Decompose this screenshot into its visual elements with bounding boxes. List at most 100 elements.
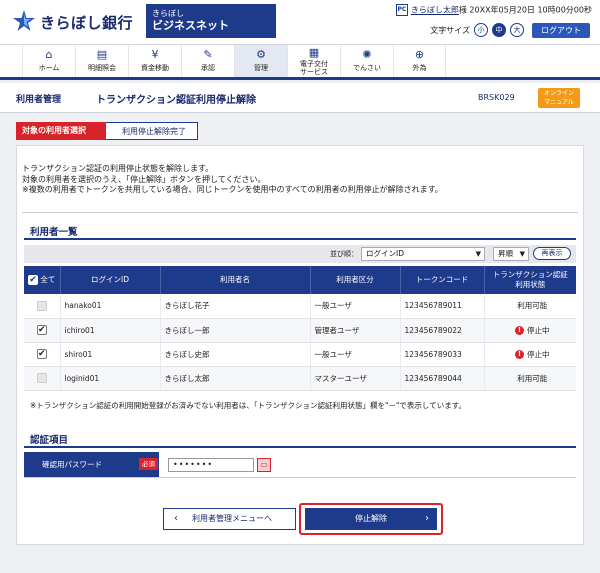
font-size-label: 文字サイズ <box>430 25 470 35</box>
sort-key-select[interactable]: ログインID ▼ <box>361 247 485 261</box>
chevron-left-icon: ‹ <box>174 513 178 524</box>
nav-label: 外為 <box>412 64 427 72</box>
sort-label: 並び順： <box>330 250 358 258</box>
user-suffix: 様 <box>458 5 467 15</box>
password-input[interactable]: ••••••• <box>168 458 254 472</box>
status-text: 停止中 <box>527 325 550 335</box>
page-title: トランザクション認証利用停止解除 <box>96 95 256 106</box>
cell-user-type: マスターユーザ <box>309 366 400 391</box>
step-indicator: 対象の利用者選択 利用停止解除完了 <box>16 122 198 140</box>
home-icon: ⌂ <box>45 48 53 61</box>
nav-admin[interactable]: ⚙ 管理 <box>234 45 287 77</box>
table-row: ✔ ichiro01 きらぼし一郎 管理者ユーザ 123456789022 ! 停… <box>24 318 576 343</box>
notice-line1: トランザクション認証の利用停止状態を解除します。 <box>22 164 214 173</box>
nav-label: 資金移動 <box>141 64 169 72</box>
table-row: ✔ shiro01 きらぼし史郎 一般ユーザ 123456789033 ! 停止中 <box>24 342 576 367</box>
users-table: ✔ 全て ログインID 利用者名 利用者区分 トークンコード トランザクション認… <box>24 266 576 391</box>
bank-logo[interactable]: きらぼし銀行 <box>12 9 142 35</box>
submit-button-label: 停止解除 <box>355 514 387 523</box>
cell-login-id: loginid01 <box>59 366 160 391</box>
nav-label: ホーム <box>38 64 60 72</box>
select-all-checkbox[interactable]: ✔ <box>28 275 38 285</box>
nav-transfer[interactable]: ¥ 資金移動 <box>128 45 181 77</box>
redisplay-button[interactable]: 再表示 <box>533 247 571 260</box>
cell-user-name: きらぼし一郎 <box>159 318 310 343</box>
nav-edelivery[interactable]: ▦ 電子交付 サービス <box>287 45 340 77</box>
cell-user-name: きらぼし太郎 <box>159 366 310 391</box>
font-size-control: 文字サイズ 小 中 大 ログアウト <box>430 22 590 38</box>
nav-label: 明細照会 <box>88 64 116 72</box>
notice-line2: 対象の利用者を選択のうえ、「停止解除」ボタンを押してください。 <box>22 174 266 184</box>
online-manual-button[interactable]: オンライン マニュアル <box>538 88 580 108</box>
nav-label: 管理 <box>254 64 268 72</box>
cell-status: ! 停止中 <box>483 318 576 343</box>
service-line2: ビジネスネット <box>152 19 229 32</box>
password-row: 確認用パスワード 必須 <box>24 452 576 478</box>
release-stop-button[interactable]: 停止解除 › <box>305 508 437 530</box>
service-badge: きらぼし ビジネスネット <box>146 4 276 38</box>
step-next: 利用停止解除完了 <box>106 122 198 140</box>
approve-icon: ✎ <box>203 48 213 61</box>
manual-line2: マニュアル <box>544 99 574 106</box>
cell-login-id: hanako01 <box>59 294 160 319</box>
screen-code: BRSK029 <box>478 93 515 102</box>
row-checkbox[interactable]: ✔ <box>36 325 47 335</box>
password-label: 確認用パスワード 必須 <box>24 452 159 477</box>
cell-status: ! 停止中 <box>483 342 576 367</box>
col-auth-status: トランザクション認証 利用状態 <box>483 266 576 294</box>
cell-user-type: 一般ユーザ <box>309 342 400 367</box>
nav-statements[interactable]: ▤ 明細照会 <box>75 45 128 77</box>
notice-text: トランザクション認証の利用停止状態を解除します。 対象の利用者を選択のうえ、「停… <box>22 164 443 196</box>
software-keyboard-icon[interactable]: ▭ <box>257 458 271 472</box>
page-category: 利用者管理 <box>16 95 62 105</box>
section-rule <box>24 238 576 240</box>
font-large-button[interactable]: 大 <box>510 23 524 37</box>
densai-icon: ✺ <box>362 48 372 61</box>
chevron-down-icon: ▼ <box>475 250 481 258</box>
font-medium-button[interactable]: 中 <box>492 23 506 37</box>
divider <box>22 212 578 213</box>
delivery-icon: ▦ <box>308 46 320 59</box>
row-checkbox[interactable]: ✔ <box>36 349 47 359</box>
table-header-row: ✔ 全て ログインID 利用者名 利用者区分 トークンコード トランザクション認… <box>24 266 576 294</box>
sort-order-select[interactable]: 昇順 ▼ <box>493 247 529 261</box>
row-select-cell: ✔ <box>24 318 60 343</box>
cell-login-id: ichiro01 <box>59 318 160 343</box>
user-name-link[interactable]: きらぼし太郎 <box>411 6 459 15</box>
back-to-menu-button[interactable]: ‹ 利用者管理メニューへ <box>163 508 296 530</box>
row-checkbox <box>36 373 47 383</box>
nav-label: 承認 <box>201 64 215 72</box>
warning-icon: ! <box>515 350 524 359</box>
col-token-code: トークンコード <box>399 266 484 294</box>
user-icon: PC <box>395 4 408 16</box>
col-user-type: 利用者区分 <box>309 266 400 294</box>
users-section-title: 利用者一覧 <box>30 227 78 238</box>
nav-approval[interactable]: ✎ 承認 <box>181 45 234 77</box>
nav-densai[interactable]: ✺ でんさい <box>340 45 393 77</box>
nav-home[interactable]: ⌂ ホーム <box>22 45 75 77</box>
star-logo-icon <box>13 10 35 31</box>
cell-token-code: 123456789033 <box>399 342 484 367</box>
sort-key-value: ログインID <box>366 249 404 258</box>
chevron-right-icon: › <box>425 513 429 524</box>
logout-button[interactable]: ログアウト <box>532 22 590 38</box>
cell-status: 利用可能 <box>483 294 576 319</box>
cell-status: 利用可能 <box>483 366 576 391</box>
cell-token-code: 123456789022 <box>399 318 484 343</box>
nav-label: 電子交付 サービス <box>300 60 328 76</box>
col-login-id: ログインID <box>59 266 160 294</box>
service-line1: きらぼし <box>152 9 184 18</box>
select-all-header[interactable]: ✔ 全て <box>24 266 60 294</box>
nav-forex[interactable]: ⊕ 外為 <box>393 45 446 77</box>
font-small-button[interactable]: 小 <box>474 23 488 37</box>
row-checkbox <box>36 300 47 311</box>
header: きらぼし銀行 きらぼし ビジネスネット PC きらぼし太郎様 20XX年05月20… <box>0 0 600 44</box>
cell-user-name: きらぼし花子 <box>159 294 310 319</box>
status-text: 停止中 <box>527 349 550 359</box>
user-info: PC きらぼし太郎様 20XX年05月20日 10時00分00秒 <box>395 4 592 16</box>
section-rule <box>24 446 576 448</box>
nav-label: でんさい <box>353 64 381 72</box>
yen-icon: ¥ <box>151 48 159 61</box>
back-button-label: 利用者管理メニューへ <box>192 514 272 523</box>
step-current: 対象の利用者選択 <box>16 122 115 140</box>
